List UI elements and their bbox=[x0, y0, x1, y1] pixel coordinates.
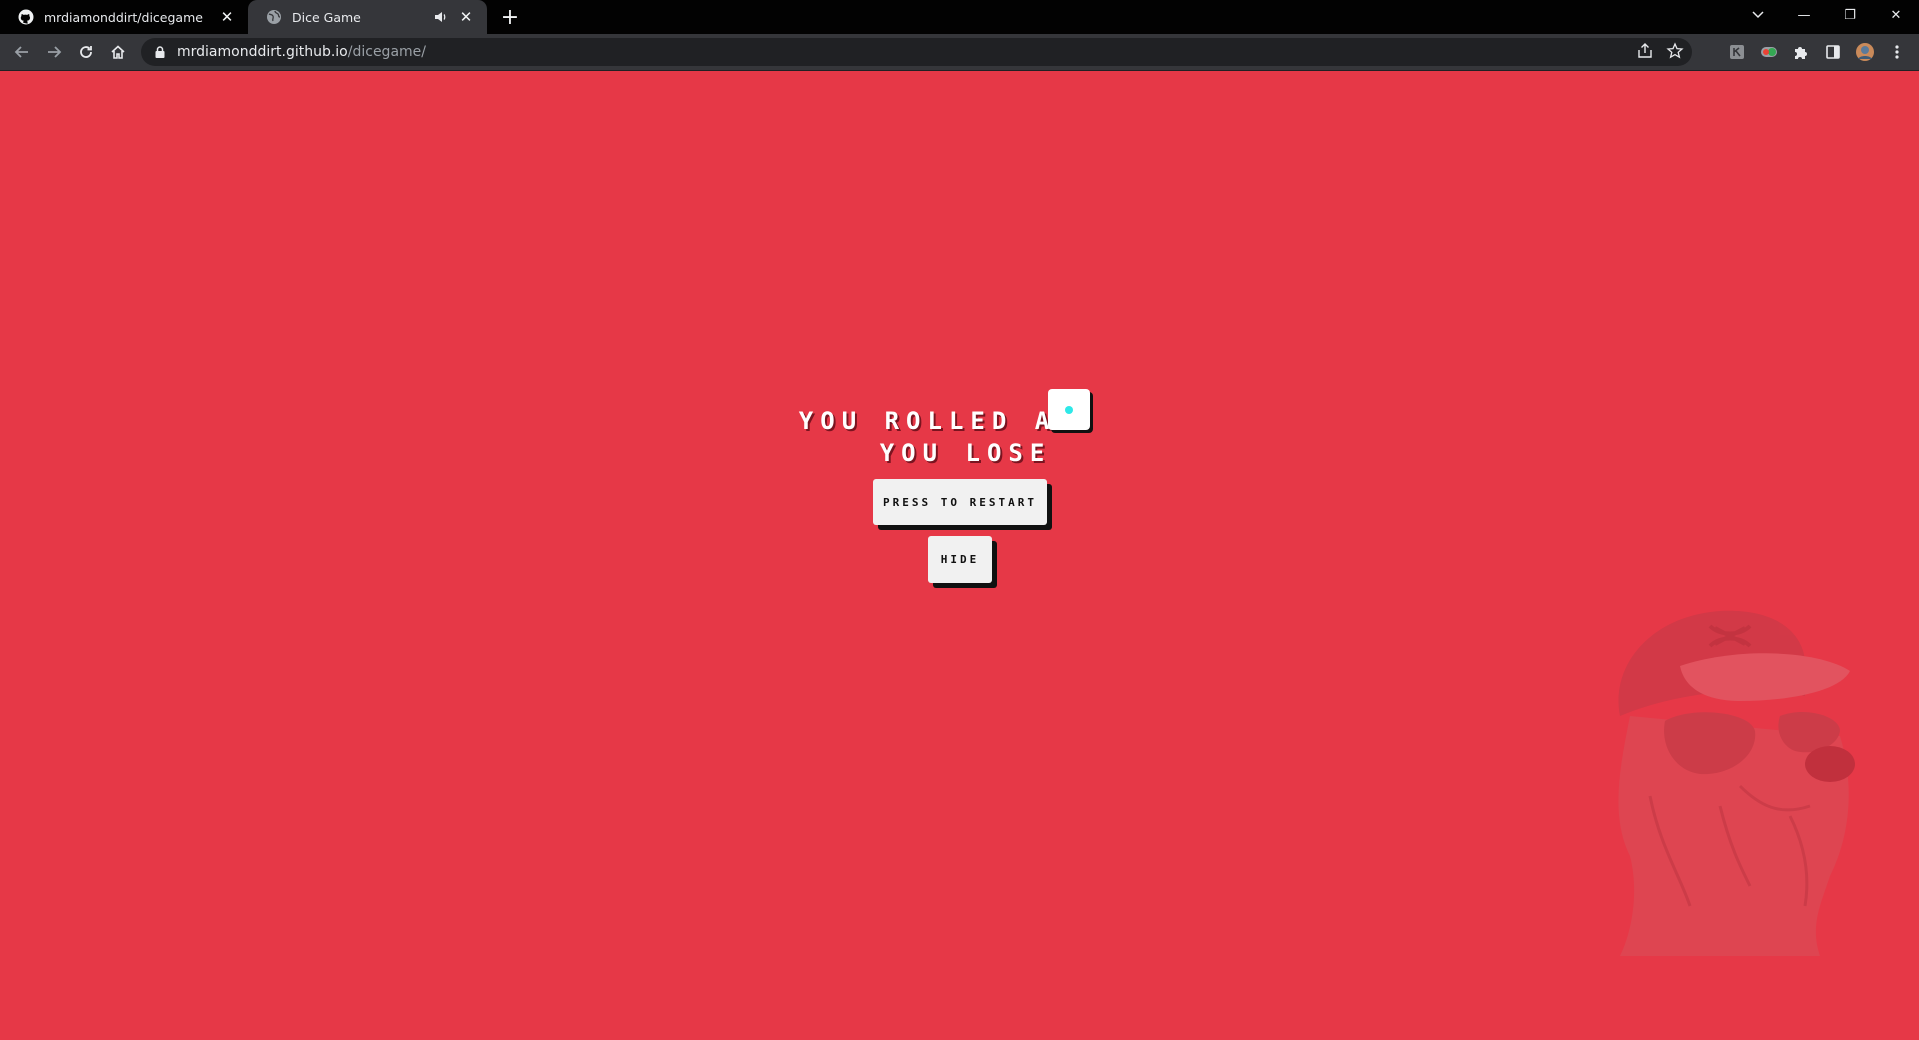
die-face-one bbox=[1048, 389, 1090, 430]
reload-icon[interactable] bbox=[70, 36, 102, 68]
share-icon[interactable] bbox=[1636, 42, 1654, 60]
tab-title: mrdiamonddirt/dicegame bbox=[44, 9, 203, 25]
minimize-icon[interactable]: — bbox=[1781, 0, 1827, 30]
puzzle-extensions-icon[interactable] bbox=[1785, 36, 1817, 68]
extension-toggle-icon[interactable] bbox=[1753, 36, 1785, 68]
restore-icon[interactable]: ❐ bbox=[1827, 0, 1873, 30]
bookmark-star-icon[interactable] bbox=[1666, 42, 1684, 60]
new-tab-button[interactable]: + bbox=[495, 0, 525, 34]
tab-title: Dice Game bbox=[292, 9, 361, 25]
tab-search-chevron-icon[interactable] bbox=[1746, 4, 1770, 26]
url-host: mrdiamonddirt.github.io bbox=[177, 44, 348, 60]
tab-dice-game[interactable]: Dice Game ✕ bbox=[248, 0, 487, 34]
forward-arrow-icon[interactable] bbox=[38, 36, 70, 68]
menu-kebab-icon[interactable] bbox=[1881, 36, 1913, 68]
home-icon[interactable] bbox=[102, 36, 134, 68]
browser-toolbar: mrdiamonddirt.github.io/dicegame/ bbox=[0, 34, 1919, 70]
close-tab-icon[interactable]: ✕ bbox=[218, 8, 236, 26]
url-path: /dicegame/ bbox=[347, 44, 426, 60]
close-tab-icon[interactable]: ✕ bbox=[457, 8, 475, 26]
window-controls: — ❐ ✕ bbox=[1781, 0, 1919, 30]
back-arrow-icon[interactable] bbox=[6, 36, 38, 68]
dog-mascot-icon bbox=[1618, 610, 1855, 956]
rolled-message: YOU ROLLED A bbox=[798, 407, 1057, 435]
speaker-icon[interactable] bbox=[433, 9, 449, 25]
extensions-area bbox=[1721, 34, 1919, 70]
globe-icon bbox=[267, 10, 281, 24]
lock-icon[interactable] bbox=[153, 45, 167, 59]
tab-strip: mrdiamonddirt/dicegame ✕ Dice Game ✕ + bbox=[0, 0, 1919, 34]
github-icon bbox=[18, 9, 34, 25]
tab-github[interactable]: mrdiamonddirt/dicegame ✕ bbox=[0, 0, 248, 34]
profile-avatar-icon[interactable] bbox=[1849, 36, 1881, 68]
die-pip bbox=[1065, 406, 1073, 414]
restart-button[interactable]: PRESS TO RESTART bbox=[873, 479, 1047, 525]
address-bar[interactable]: mrdiamonddirt.github.io/dicegame/ bbox=[141, 38, 1692, 66]
window-close-icon[interactable]: ✕ bbox=[1873, 0, 1919, 30]
result-message: YOU LOSE bbox=[879, 439, 1052, 467]
extension-k-icon[interactable] bbox=[1721, 36, 1753, 68]
hide-button[interactable]: HIDE bbox=[928, 536, 992, 583]
side-panel-icon[interactable] bbox=[1817, 36, 1849, 68]
url-text: mrdiamonddirt.github.io/dicegame/ bbox=[177, 44, 426, 60]
